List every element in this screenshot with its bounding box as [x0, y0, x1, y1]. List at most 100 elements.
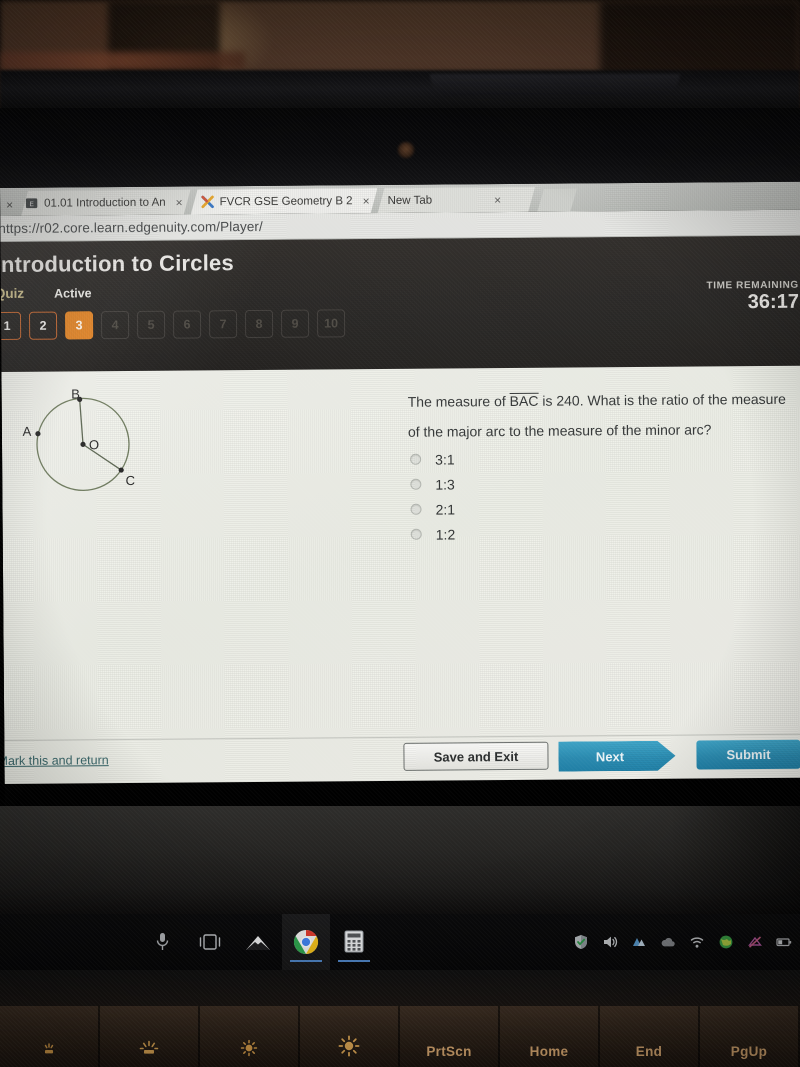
question-stage: B A O C The measure of BAC is 240. What … [1, 366, 800, 740]
svg-text:E: E [29, 201, 34, 208]
key-brightness-high[interactable] [300, 1006, 400, 1067]
browser-tab-1[interactable]: FVCR GSE Geometry B 2 × [191, 188, 378, 214]
onedrive-cloud-icon[interactable] [660, 934, 676, 950]
chrome-icon [293, 930, 319, 954]
key-label: PrtScn [426, 1044, 472, 1059]
answer-option-3[interactable]: 1:2 [410, 521, 456, 546]
new-tab-button[interactable] [537, 188, 577, 211]
answer-option-2[interactable]: 2:1 [410, 496, 455, 521]
key-home[interactable]: Home [500, 1006, 600, 1067]
close-icon[interactable]: × [176, 196, 183, 208]
key-keyboard-backlight-high[interactable] [100, 1006, 200, 1067]
laptop-photo: × E 01.01 Introduction to An × FVCR GSE … [0, 0, 800, 1067]
question-nav-9: 9 [280, 309, 310, 338]
network-disabled-icon[interactable] [747, 934, 763, 950]
point-label-A: A [23, 424, 32, 439]
microphone-icon [156, 933, 168, 950]
question-nav-5: 5 [136, 310, 166, 339]
key-end[interactable]: End [600, 1006, 700, 1067]
browser-tab-0[interactable]: E 01.01 Introduction to An × [21, 190, 191, 216]
point-label-C: C [126, 473, 136, 488]
close-icon[interactable]: × [494, 194, 501, 206]
task-view-icon [199, 934, 221, 950]
keyboard-backlight-high-icon [139, 1040, 159, 1054]
question-nav-3[interactable]: 3 [64, 311, 94, 340]
question-nav-2[interactable]: 2 [28, 311, 58, 340]
browser-tab-title: 01.01 Introduction to An [44, 196, 166, 210]
browser-tab-title: FVCR GSE Geometry B 2 [219, 194, 353, 208]
laptop-deck [0, 970, 800, 1006]
laptop-screen: × E 01.01 Introduction to An × FVCR GSE … [0, 181, 800, 810]
submit-button[interactable]: Submit [696, 739, 800, 770]
action-bar: Mark this and return Save and Exit Next … [0, 735, 800, 784]
calculator-icon [344, 930, 364, 953]
question-nav-1[interactable]: 1 [0, 311, 22, 341]
assignment-type-label: Quiz [0, 285, 25, 302]
question-text: The measure of BAC is 240. What is the r… [408, 384, 792, 447]
mark-this-and-return-link[interactable]: Mark this and return [0, 753, 109, 768]
edgenuity-icon: E [25, 197, 38, 210]
point-label-B: B [71, 386, 80, 401]
question-nav-7: 7 [208, 310, 238, 339]
timer-label: TIME REMAINING [706, 279, 799, 292]
brightness-low-icon [240, 1039, 258, 1057]
laptop-lid-curve [430, 74, 680, 96]
x-logo-icon [201, 195, 214, 208]
webcam-icon [398, 142, 414, 158]
close-icon[interactable]: × [363, 195, 370, 207]
battery-icon[interactable] [776, 934, 792, 950]
taskbar-item-microphone[interactable] [138, 914, 186, 970]
quiz-header: Introduction to Circles Quiz Active 1 2 … [0, 235, 800, 372]
question-text-part1: The measure of [407, 393, 510, 410]
laptop-lid-edge [0, 70, 800, 112]
next-button[interactable]: Next [558, 741, 675, 772]
point-label-O: O [89, 437, 99, 452]
save-and-exit-button[interactable]: Save and Exit [403, 741, 549, 771]
radio-button-icon[interactable] [410, 478, 422, 490]
tab-close-icon[interactable]: × [0, 198, 21, 216]
arc-notation-label: BAC [509, 392, 539, 410]
timer-value: 36:17 [747, 290, 800, 314]
wifi-icon[interactable] [689, 934, 705, 950]
key-label: End [635, 1044, 663, 1059]
question-navigator: 1 2 3 4 5 6 7 8 9 10 [0, 309, 346, 341]
taskbar-item-mail[interactable] [234, 914, 282, 970]
key-keyboard-backlight-low[interactable] [0, 1006, 100, 1067]
key-prtscn[interactable]: PrtScn [400, 1006, 500, 1067]
status-badge: Active [54, 285, 92, 301]
answer-option-1[interactable]: 1:3 [410, 471, 455, 496]
answer-label: 1:2 [435, 525, 456, 543]
answer-label: 1:3 [435, 475, 455, 493]
quiz-meta: Quiz Active [0, 285, 91, 301]
radio-button-icon[interactable] [410, 453, 422, 465]
browser-tab-2[interactable]: New Tab × [377, 187, 535, 213]
quiz-content: B A O C The measure of BAC is 240. What … [0, 365, 800, 784]
page-title: Introduction to Circles [0, 250, 234, 278]
keyboard-function-row: PrtScn Home End PgUp [0, 1006, 800, 1067]
keyboard-backlight-low-icon [44, 1043, 54, 1054]
laptop-hinge-area [0, 806, 800, 914]
radio-button-icon[interactable] [410, 503, 422, 515]
answer-choices: 3:1 1:3 2:1 1:2 [410, 446, 455, 546]
radio-button-icon[interactable] [410, 528, 422, 540]
question-nav-8: 8 [244, 309, 274, 339]
globe-icon[interactable] [718, 934, 734, 950]
answer-option-0[interactable]: 3:1 [410, 446, 455, 471]
key-pgup[interactable]: PgUp [700, 1006, 800, 1067]
security-shield-icon[interactable] [573, 934, 589, 950]
taskbar-item-task-view[interactable] [186, 914, 234, 970]
question-nav-6: 6 [172, 310, 202, 339]
key-label: PgUp [730, 1044, 768, 1059]
taskbar-item-chrome[interactable] [282, 914, 330, 970]
taskbar-pinned-items [138, 914, 378, 970]
taskbar-item-calculator[interactable] [330, 914, 378, 970]
key-brightness-low[interactable] [200, 1006, 300, 1067]
browser-tab-title: New Tab [387, 194, 433, 207]
system-tray [573, 914, 792, 970]
url-text: https://r02.core.learn.edgenuity.com/Pla… [0, 218, 263, 237]
circle-diagram: B A O C [10, 379, 191, 510]
mail-icon [246, 935, 270, 950]
question-nav-10: 10 [316, 309, 346, 338]
volume-icon[interactable] [602, 934, 618, 950]
app-icon[interactable] [631, 934, 647, 950]
